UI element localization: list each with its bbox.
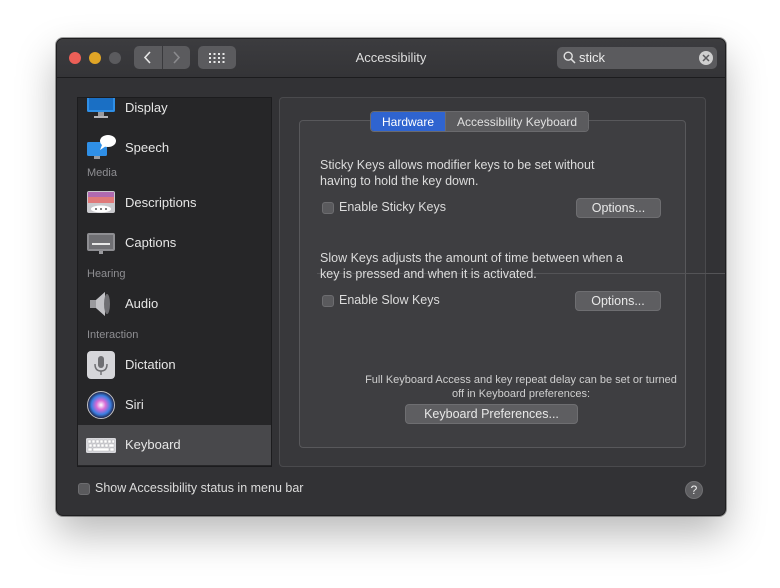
slow-keys-options-button[interactable]: Options... bbox=[575, 291, 661, 311]
sidebar-item-audio[interactable]: Audio bbox=[78, 284, 271, 324]
search-icon bbox=[563, 51, 576, 64]
description-line: Slow Keys adjusts the amount of time bet… bbox=[320, 251, 623, 265]
section-header-interaction: Interaction bbox=[87, 329, 139, 341]
section-header-hearing: Hearing bbox=[87, 268, 126, 280]
sidebar-item-label: Audio bbox=[125, 296, 159, 311]
microphone-icon bbox=[87, 351, 115, 379]
sidebar-item-label: Keyboard bbox=[125, 437, 181, 452]
title-bar: Accessibility stick bbox=[57, 39, 725, 78]
description-line: Sticky Keys allows modifier keys to be s… bbox=[320, 158, 595, 172]
sidebar-item-label: Descriptions bbox=[125, 195, 197, 210]
show-status-in-menu-bar-label[interactable]: Show Accessibility status in menu bar bbox=[95, 481, 303, 495]
note-line: off in Keyboard preferences: bbox=[452, 388, 590, 400]
descriptions-icon bbox=[87, 191, 115, 213]
sidebar-item-label: Speech bbox=[125, 140, 170, 155]
sidebar-item-label: Dictation bbox=[125, 357, 176, 372]
slow-keys-description: Slow Keys adjusts the amount of time bet… bbox=[320, 250, 623, 282]
enable-slow-keys-label[interactable]: Enable Slow Keys bbox=[339, 293, 440, 307]
description-line: having to hold the key down. bbox=[320, 174, 479, 188]
sidebar: Display Speech Media Descriptions Captio… bbox=[77, 97, 272, 467]
display-icon bbox=[87, 98, 115, 118]
section-header-media: Media bbox=[87, 167, 117, 179]
sidebar-item-label: Display bbox=[125, 100, 168, 115]
captions-icon bbox=[87, 233, 115, 254]
enable-slow-keys-checkbox[interactable] bbox=[322, 295, 334, 307]
help-button[interactable]: ? bbox=[685, 481, 703, 499]
sidebar-item-label: Siri bbox=[125, 397, 144, 412]
keyboard-icon bbox=[86, 438, 116, 453]
sidebar-item-display[interactable]: Display bbox=[78, 98, 271, 128]
note-line: Full Keyboard Access and key repeat dela… bbox=[365, 374, 677, 386]
sidebar-item-siri[interactable]: Siri bbox=[78, 385, 271, 425]
search-field[interactable]: stick bbox=[557, 47, 717, 69]
clear-search-button[interactable] bbox=[699, 51, 713, 65]
sidebar-item-captions[interactable]: Captions bbox=[78, 223, 271, 263]
close-icon bbox=[702, 54, 710, 62]
tab-hardware[interactable]: Hardware bbox=[371, 112, 447, 131]
search-input[interactable]: stick bbox=[579, 50, 605, 65]
enable-sticky-keys-label[interactable]: Enable Sticky Keys bbox=[339, 200, 446, 214]
tab-accessibility-keyboard[interactable]: Accessibility Keyboard bbox=[446, 112, 589, 131]
sidebar-item-speech[interactable]: Speech bbox=[78, 128, 271, 168]
sticky-keys-description: Sticky Keys allows modifier keys to be s… bbox=[320, 157, 594, 189]
sidebar-item-keyboard[interactable]: Keyboard bbox=[78, 425, 271, 465]
enable-sticky-keys-checkbox[interactable] bbox=[322, 202, 334, 214]
speech-icon bbox=[87, 135, 116, 159]
sidebar-item-label: Captions bbox=[125, 235, 177, 250]
sidebar-item-dictation[interactable]: Dictation bbox=[78, 345, 271, 385]
tab-control: Hardware Accessibility Keyboard bbox=[370, 111, 590, 132]
description-line: key is pressed and when it is activated. bbox=[320, 267, 537, 281]
sticky-keys-options-button[interactable]: Options... bbox=[576, 198, 661, 218]
keyboard-preferences-button[interactable]: Keyboard Preferences... bbox=[405, 404, 578, 424]
sidebar-item-descriptions[interactable]: Descriptions bbox=[78, 183, 271, 223]
preferences-window: Accessibility stick Display Speech Media bbox=[56, 38, 726, 516]
keyboard-access-note: Full Keyboard Access and key repeat dela… bbox=[319, 373, 723, 401]
speaker-icon bbox=[90, 292, 110, 316]
siri-icon bbox=[87, 391, 115, 419]
show-status-in-menu-bar-checkbox[interactable] bbox=[78, 483, 90, 495]
